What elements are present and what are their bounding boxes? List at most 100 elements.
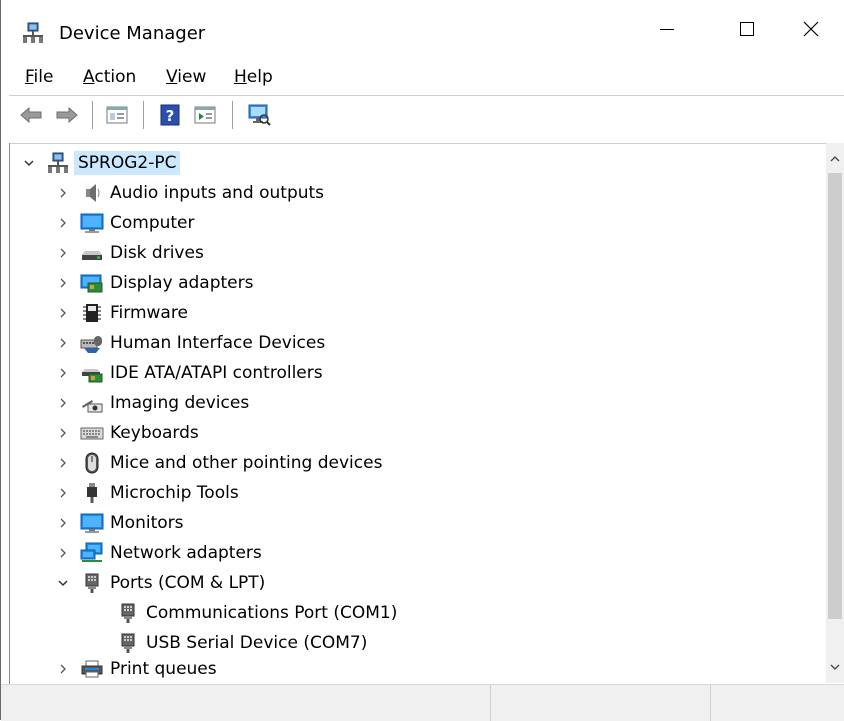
display-adapter-icon	[80, 272, 104, 294]
menu-view-label: iew	[177, 67, 207, 87]
tree-item-label: Display adapters	[110, 273, 254, 293]
menu-help-mnemonic: H	[234, 67, 247, 87]
mouse-icon	[80, 452, 104, 474]
help-icon: ?	[160, 104, 180, 126]
tree-child-com1[interactable]: Communications Port (COM1)	[116, 598, 397, 628]
forward-button[interactable]	[55, 103, 79, 127]
menu-file[interactable]: File	[25, 65, 53, 89]
menu-help-label: elp	[246, 67, 273, 87]
tree-item-microchip-tools[interactable]: Microchip Tools	[56, 478, 239, 508]
back-button[interactable]	[19, 103, 43, 127]
tree-item-ports[interactable]: Ports (COM & LPT)	[56, 568, 265, 598]
forward-arrow-icon	[56, 106, 78, 124]
tree-item-disk-drives[interactable]: Disk drives	[56, 238, 204, 268]
tree-root-node[interactable]: SPROG2-PC	[22, 148, 181, 178]
menu-view[interactable]: View	[166, 65, 206, 89]
port-icon	[116, 602, 140, 624]
menu-action-mnemonic: A	[83, 67, 95, 87]
chevron-right-icon[interactable]	[56, 426, 70, 440]
close-button[interactable]	[777, 0, 844, 58]
chevron-right-icon[interactable]	[56, 306, 70, 320]
tree-item-label: Print queues	[110, 659, 217, 679]
chevron-right-icon[interactable]	[56, 336, 70, 350]
chevron-right-icon[interactable]	[56, 366, 70, 380]
tree-item-monitors[interactable]: Monitors	[56, 508, 183, 538]
chevron-down-icon[interactable]	[56, 576, 70, 590]
tree-item-ide-controllers[interactable]: IDE ATA/ATAPI controllers	[56, 358, 323, 388]
status-pane-divider	[710, 685, 711, 721]
tree-item-computer[interactable]: Computer	[56, 208, 195, 238]
chevron-right-icon[interactable]	[56, 276, 70, 290]
tree-item-firmware[interactable]: Firmware	[56, 298, 188, 328]
tree-item-label: Firmware	[110, 303, 188, 323]
chevron-right-icon[interactable]	[56, 486, 70, 500]
scan-hardware-button[interactable]	[247, 103, 271, 127]
monitor-icon	[80, 512, 104, 534]
scroll-down-button[interactable]	[826, 657, 844, 677]
maximize-button[interactable]	[707, 0, 787, 58]
vertical-scrollbar[interactable]	[826, 143, 844, 683]
scrollbar-thumb[interactable]	[828, 173, 842, 619]
minimize-button[interactable]	[627, 0, 707, 58]
tree-item-network-adapters[interactable]: Network adapters	[56, 538, 262, 568]
tree-item-label: Human Interface Devices	[110, 333, 326, 353]
usb-plug-icon	[80, 482, 104, 504]
tree-item-label: USB Serial Device (COM7)	[146, 633, 368, 653]
back-arrow-icon	[20, 106, 42, 124]
chevron-right-icon[interactable]	[56, 396, 70, 410]
properties-icon	[106, 106, 128, 124]
tree-item-print-queues[interactable]: Print queues	[56, 654, 217, 684]
tree-item-label: Keyboards	[110, 423, 199, 443]
menu-action[interactable]: Action	[83, 65, 136, 89]
toolbar-separator	[143, 101, 144, 129]
tree-item-label: Mice and other pointing devices	[110, 453, 383, 473]
menu-bar: File Action View Help	[1, 62, 844, 92]
menu-action-label: ction	[94, 67, 137, 87]
chevron-right-icon[interactable]	[56, 216, 70, 230]
tree-item-label: Ports (COM & LPT)	[110, 573, 266, 593]
camera-icon	[80, 392, 104, 414]
properties-button[interactable]	[105, 103, 129, 127]
tree-item-mice[interactable]: Mice and other pointing devices	[56, 448, 382, 478]
menu-divider	[9, 95, 844, 96]
chevron-right-icon[interactable]	[56, 456, 70, 470]
menu-file-label: ile	[33, 67, 54, 87]
port-icon	[80, 572, 104, 594]
tree-item-label: Computer	[110, 213, 195, 233]
tree-item-imaging[interactable]: Imaging devices	[56, 388, 249, 418]
scroll-up-button[interactable]	[826, 149, 844, 169]
chevron-right-icon[interactable]	[56, 662, 70, 676]
chip-icon	[80, 302, 104, 324]
chevron-right-icon[interactable]	[56, 246, 70, 260]
printer-icon	[80, 658, 104, 680]
chevron-right-icon[interactable]	[56, 546, 70, 560]
toolbar-separator	[92, 101, 93, 129]
menu-file-mnemonic: F	[25, 67, 34, 87]
chevron-right-icon[interactable]	[56, 186, 70, 200]
title-bar[interactable]: Device Manager	[1, 0, 844, 58]
tree-item-label: Audio inputs and outputs	[110, 183, 325, 203]
tree-item-audio[interactable]: Audio inputs and outputs	[56, 178, 324, 208]
tree-item-hid[interactable]: Human Interface Devices	[56, 328, 325, 358]
device-manager-window: Device Manager File Action View Help ? S…	[0, 0, 844, 721]
close-icon	[803, 21, 818, 37]
tree-item-display-adapters[interactable]: Display adapters	[56, 268, 253, 298]
menu-help[interactable]: Help	[234, 65, 273, 89]
tree-item-label: Network adapters	[110, 543, 262, 563]
help-button[interactable]: ?	[158, 103, 182, 127]
status-bar	[1, 684, 844, 721]
tree-item-label: Monitors	[110, 513, 184, 533]
device-tree[interactable]: SPROG2-PC Audio inputs and outputs Compu…	[10, 143, 826, 684]
disk-drive-icon	[80, 242, 104, 264]
update-driver-icon	[194, 106, 216, 124]
monitor-icon	[80, 212, 104, 234]
tree-item-keyboards[interactable]: Keyboards	[56, 418, 199, 448]
chevron-down-icon[interactable]	[22, 156, 36, 170]
chevron-right-icon[interactable]	[56, 516, 70, 530]
update-driver-button[interactable]	[193, 103, 217, 127]
computer-network-icon	[46, 152, 70, 174]
menu-view-mnemonic: V	[166, 67, 178, 87]
speaker-icon	[80, 182, 104, 204]
window-title: Device Manager	[59, 23, 206, 44]
network-adapter-icon	[80, 542, 104, 564]
